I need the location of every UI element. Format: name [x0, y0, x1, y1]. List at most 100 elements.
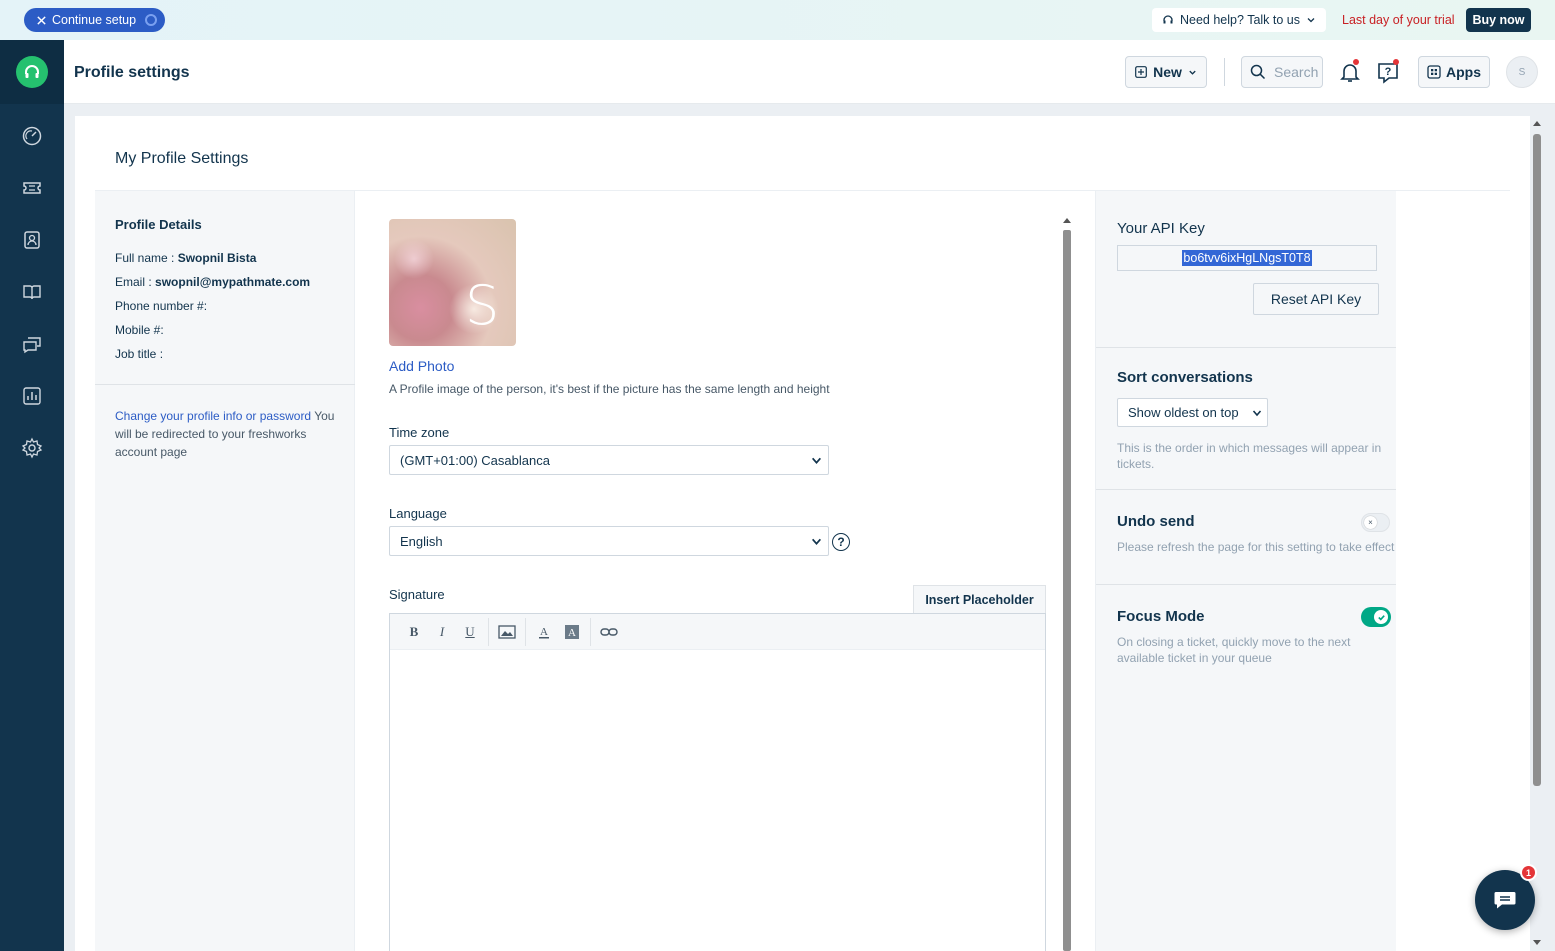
brand-logo[interactable] [0, 40, 64, 104]
full-name-label: Full name : [115, 251, 175, 265]
email-label: Email : [115, 275, 152, 289]
form-scrollbar-thumb[interactable] [1063, 230, 1071, 951]
continue-setup-button[interactable]: Continue setup [24, 8, 166, 32]
sort-conversations-title: Sort conversations [1117, 369, 1253, 386]
phone-row: Phone number #: [115, 299, 207, 313]
profile-settings-card: My Profile Settings Profile Details Full… [75, 116, 1530, 951]
toggle-off-x-icon: × [1364, 516, 1377, 529]
api-key-title: Your API Key [1117, 220, 1205, 237]
signature-label: Signature [389, 587, 445, 602]
profile-details-panel: Profile Details Full name : Swopnil Bist… [95, 191, 355, 951]
email-row: Email : swopnil@mypathmate.com [115, 275, 310, 289]
apps-icon [1427, 65, 1441, 79]
mobile-row: Mobile #: [115, 323, 164, 337]
left-divider [95, 384, 355, 385]
sort-divider [1096, 489, 1396, 490]
admin-gear-icon[interactable] [20, 436, 44, 460]
editor-toolbar: B I U A A [390, 614, 1045, 650]
apps-button[interactable]: Apps [1418, 56, 1490, 88]
profile-details-title: Profile Details [115, 217, 202, 232]
user-avatar[interactable]: S [1506, 56, 1538, 88]
italic-icon[interactable]: I [428, 620, 456, 644]
header-divider [1224, 58, 1225, 86]
plus-square-icon [1135, 66, 1147, 78]
font-color-icon[interactable]: A [530, 620, 558, 644]
buy-now-button[interactable]: Buy now [1466, 8, 1531, 32]
form-scrollbar[interactable] [1063, 216, 1071, 951]
photo-hint: A Profile image of the person, it's best… [389, 382, 830, 396]
forums-icon[interactable] [20, 332, 44, 356]
scroll-up-arrow-icon[interactable] [1533, 119, 1541, 127]
svg-text:A: A [568, 627, 576, 639]
notifications-bell-icon[interactable] [1338, 59, 1362, 84]
change-profile-link[interactable]: Change your profile info or password [115, 409, 311, 423]
trial-notice: Last day of your trial [1342, 13, 1455, 27]
contacts-icon[interactable] [20, 228, 44, 252]
checkmark-icon [1374, 610, 1388, 624]
trial-banner: Continue setup Need help? Talk to us Las… [0, 0, 1555, 40]
insert-image-icon[interactable] [493, 620, 521, 644]
undo-divider [1096, 584, 1396, 585]
help-question-icon[interactable]: ? [1376, 59, 1400, 84]
page-scrollbar-thumb[interactable] [1533, 134, 1541, 786]
link-icon[interactable] [595, 620, 623, 644]
mobile-label: Mobile #: [115, 323, 164, 337]
help-dot [1393, 59, 1399, 65]
profile-photo-initial: S [465, 274, 500, 337]
insert-placeholder-button[interactable]: Insert Placeholder [913, 585, 1046, 613]
solutions-book-icon[interactable] [20, 280, 44, 304]
full-name-value: Swopnil Bista [177, 251, 257, 265]
tickets-icon[interactable] [20, 176, 44, 200]
need-help-label: Need help? Talk to us [1180, 13, 1300, 27]
undo-send-toggle[interactable]: × [1361, 513, 1390, 532]
underline-icon[interactable]: U [456, 620, 484, 644]
timezone-select[interactable]: (GMT+01:00) Casablanca [389, 445, 829, 475]
new-label: New [1153, 64, 1182, 80]
reports-icon[interactable] [20, 384, 44, 408]
chevron-down-icon [811, 457, 822, 465]
timezone-label: Time zone [389, 425, 450, 440]
chevron-down-icon [1307, 18, 1315, 23]
scroll-up-arrow-icon[interactable] [1063, 216, 1071, 224]
timezone-value: (GMT+01:00) Casablanca [400, 452, 550, 468]
scroll-down-arrow-icon[interactable] [1533, 939, 1541, 947]
api-key-value: bo6tvv6ixHgLNgsT0T8 [1182, 250, 1312, 266]
chevron-down-icon [1189, 70, 1196, 75]
need-help-dropdown[interactable]: Need help? Talk to us [1152, 8, 1326, 32]
reset-api-key-button[interactable]: Reset API Key [1253, 283, 1379, 315]
job-title-label: Job title : [115, 347, 164, 361]
apps-label: Apps [1446, 64, 1481, 80]
chevron-down-icon [1252, 410, 1262, 417]
app-header: Profile settings New Search ? Apps S [64, 40, 1555, 104]
api-key-field[interactable]: bo6tvv6ixHgLNgsT0T8 [1117, 245, 1377, 271]
language-select[interactable]: English [389, 526, 829, 556]
bold-icon[interactable]: B [400, 620, 428, 644]
email-value: swopnil@mypathmate.com [155, 275, 311, 289]
language-value: English [400, 533, 443, 549]
card-title: My Profile Settings [115, 150, 249, 167]
chat-unread-badge: 1 [1520, 864, 1537, 881]
undo-send-title: Undo send [1117, 513, 1195, 530]
job-title-row: Job title : [115, 347, 163, 361]
add-photo-link[interactable]: Add Photo [389, 358, 454, 374]
sort-conversations-select[interactable]: Show oldest on top [1117, 398, 1268, 427]
dashboard-icon[interactable] [20, 124, 44, 148]
background-color-icon[interactable]: A [558, 620, 586, 644]
focus-mode-description: On closing a ticket, quickly move to the… [1117, 635, 1351, 665]
new-button[interactable]: New [1125, 56, 1207, 88]
search-placeholder: Search [1274, 64, 1319, 80]
svg-text:A: A [540, 626, 548, 638]
phone-label: Phone number #: [115, 299, 208, 313]
page-scrollbar[interactable] [1532, 116, 1542, 951]
headset-icon [1163, 15, 1173, 24]
signature-editor[interactable]: B I U A A [389, 613, 1046, 951]
change-profile-note: Change your profile info or password You… [115, 407, 345, 461]
profile-photo[interactable]: S [389, 219, 516, 346]
language-help-icon[interactable]: ? [832, 533, 850, 551]
settings-panel: Your API Key bo6tvv6ixHgLNgsT0T8 Reset A… [1095, 191, 1396, 951]
focus-mode-toggle[interactable] [1361, 607, 1391, 627]
search-input[interactable]: Search [1241, 56, 1323, 88]
svg-text:?: ? [1385, 66, 1392, 78]
undo-send-description: Please refresh the page for this setting… [1117, 540, 1395, 554]
api-divider [1096, 347, 1396, 348]
